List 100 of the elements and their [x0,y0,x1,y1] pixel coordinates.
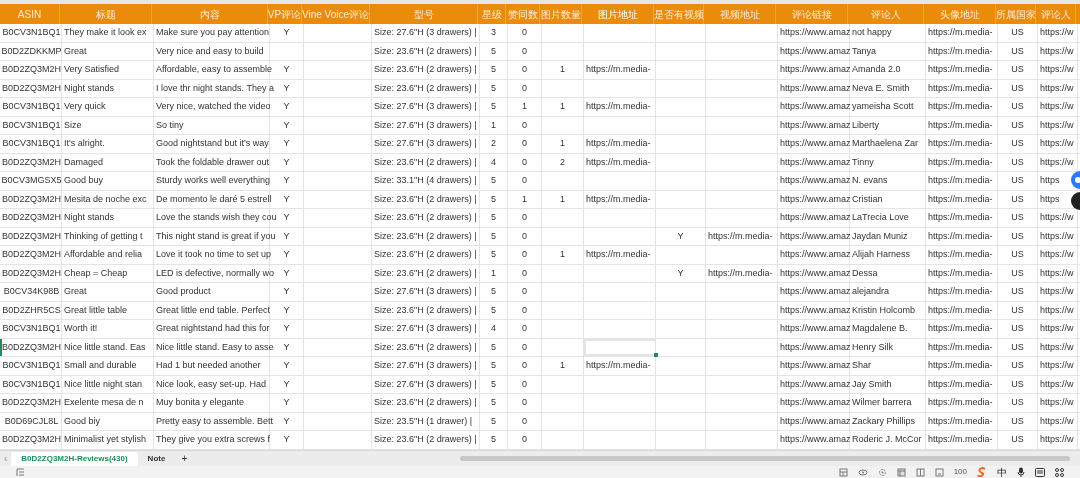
table-cell: Size: 23.5"H (1 drawer) | [374,414,473,428]
table-cell: https://www.amaz [780,340,851,354]
column-header[interactable]: 图片地址 [582,4,654,24]
column-header[interactable]: 视频地址 [704,4,776,24]
table-cell-text: Y [283,137,290,150]
table-cell-text: 4 [491,322,496,335]
table-cell: Size: 27.6"H (3 drawers) | [374,118,477,132]
table-cell: Y [283,192,290,206]
table-cell-text: US [1011,433,1024,446]
horizontal-scrollbar[interactable] [460,456,1070,461]
table-cell: 0 [522,340,527,354]
table-cell-text: https://m.media- [928,100,993,113]
table-cell: https://m.media- [586,155,651,169]
table-cell-text: US [1011,137,1024,150]
table-cell: https://m.media- [928,81,993,95]
table-cell-text: 5 [491,396,496,409]
table-cell: https://www.amaz [780,192,851,206]
keyboard-icon[interactable] [1035,467,1045,477]
input-mode[interactable]: 中 [997,464,1007,478]
sheet-tab[interactable]: Note [137,451,176,466]
table-cell-text: yameisha Scott [852,100,914,113]
add-sheet-button[interactable]: + [175,451,194,466]
column-header[interactable]: 所属国家 [996,4,1036,24]
floating-assistant-icon[interactable] [1070,171,1080,189]
table-cell-text: US [1011,396,1024,409]
table-cell-text: B0CV3N1BQ1 [2,322,61,335]
fill-handle[interactable] [654,353,658,357]
table-cell-text: Y [283,63,290,76]
apps-icon[interactable] [1055,467,1064,477]
column-header[interactable]: ASIN [0,4,60,24]
table-cell-text: Size: 27.6"H (3 drawers) | [374,137,477,150]
column-header[interactable]: 赞同数 [506,4,540,24]
table-cell: https [1040,192,1060,206]
table-cell-text: Good product [156,285,211,298]
table-cell: B0D2ZQ3M2H [2,155,61,169]
microphone-icon[interactable] [1017,467,1025,477]
table-cell: 1 [491,118,496,132]
table-cell-text: Y [283,396,290,409]
table-cell-text: https://www.amaz [780,137,851,150]
avatar-icon[interactable] [1070,192,1080,210]
table-cell-text: https://w [1040,396,1074,409]
table-cell-text: https://m.media- [928,359,993,372]
column-header[interactable]: 头像地址 [924,4,996,24]
table-cell: Jay Smith [852,377,892,391]
table-cell: Nice little night stan [64,377,143,391]
grid-view-icon[interactable] [838,467,848,477]
table-cell: Y [283,414,290,428]
table-cell-text: Good buy [64,174,104,187]
table-cell: 5 [491,414,496,428]
table-cell-text: https://m.media- [586,63,651,76]
table-cell: LED is defective, normally wo [156,266,275,280]
input-method-icon[interactable] [977,467,987,477]
table-cell-text: US [1011,100,1024,113]
table-cell: https://m.media- [928,44,993,58]
table-cell-text: Affordable, easy to assemble [156,63,272,76]
table-cell: B0D2ZDKKMP [1,44,62,58]
table-cell-text: Y [283,26,290,39]
column-header[interactable]: 星级 [478,4,506,24]
column-header[interactable]: 评论人 [1036,4,1076,24]
column-header[interactable]: 图片数量 [540,4,582,24]
table-cell: Pretty easy to assemble. Bett [156,414,274,428]
table-cell: 5 [491,192,496,206]
table-cell: Nice look, easy set-up. Had [156,377,267,391]
table-cell-text: https://www.amaz [780,396,851,409]
column-header[interactable]: VP评论 [268,4,302,24]
column-header[interactable]: 标题 [60,4,152,24]
table-cell-text: 5 [491,174,496,187]
eye-icon[interactable] [857,467,868,477]
table-cell-text: 1 [560,359,565,372]
table-cell-text: US [1011,63,1024,76]
table-cell: US [1011,81,1024,95]
table-cell: https://w [1040,118,1074,132]
table-cell: 0 [522,229,527,243]
column-header[interactable]: 评论人 [848,4,924,24]
list-icon[interactable] [16,467,25,477]
page-layout-icon[interactable] [915,467,925,477]
table-cell-text: https://w [1040,433,1074,446]
settings-icon[interactable] [877,467,887,477]
table-cell-text: Had 1 but needed another [156,359,261,372]
page-break-icon[interactable] [934,467,944,477]
column-header[interactable]: 型号 [370,4,478,24]
table-cell: B0D2ZQ3M2H [2,229,61,243]
table-cell-text: Great nightstand had this for [156,322,270,335]
table-cell-text: 0 [522,248,527,261]
table-cell-text: Size: 27.6"H (3 drawers) | [374,322,477,335]
table-cell: 1 [491,266,496,280]
table-cell-text: Sturdy works well everything [156,174,271,187]
sheet-tab[interactable]: B0D2ZQ3M2H-Reviews(430) [11,451,138,466]
column-header[interactable]: 是否有视频 [654,4,704,24]
table-cell-text: 5 [491,100,496,113]
column-header[interactable]: 内容 [152,4,268,24]
table-cell-text: Size: 23.6"H (2 drawers) | [374,248,477,261]
column-header[interactable]: 评论链接 [776,4,848,24]
normal-view-icon[interactable] [896,467,906,477]
table-cell: Y [677,229,684,243]
table-cell-text: Size: 23.6"H (2 drawers) | [374,63,477,76]
table-cell-text: B0D2ZQ3M2H [2,63,61,76]
zoom-level[interactable]: 100 [953,466,967,478]
column-header[interactable]: Vine Voice评论 [302,4,370,24]
scroll-left-icon[interactable]: ‹ [0,451,12,466]
